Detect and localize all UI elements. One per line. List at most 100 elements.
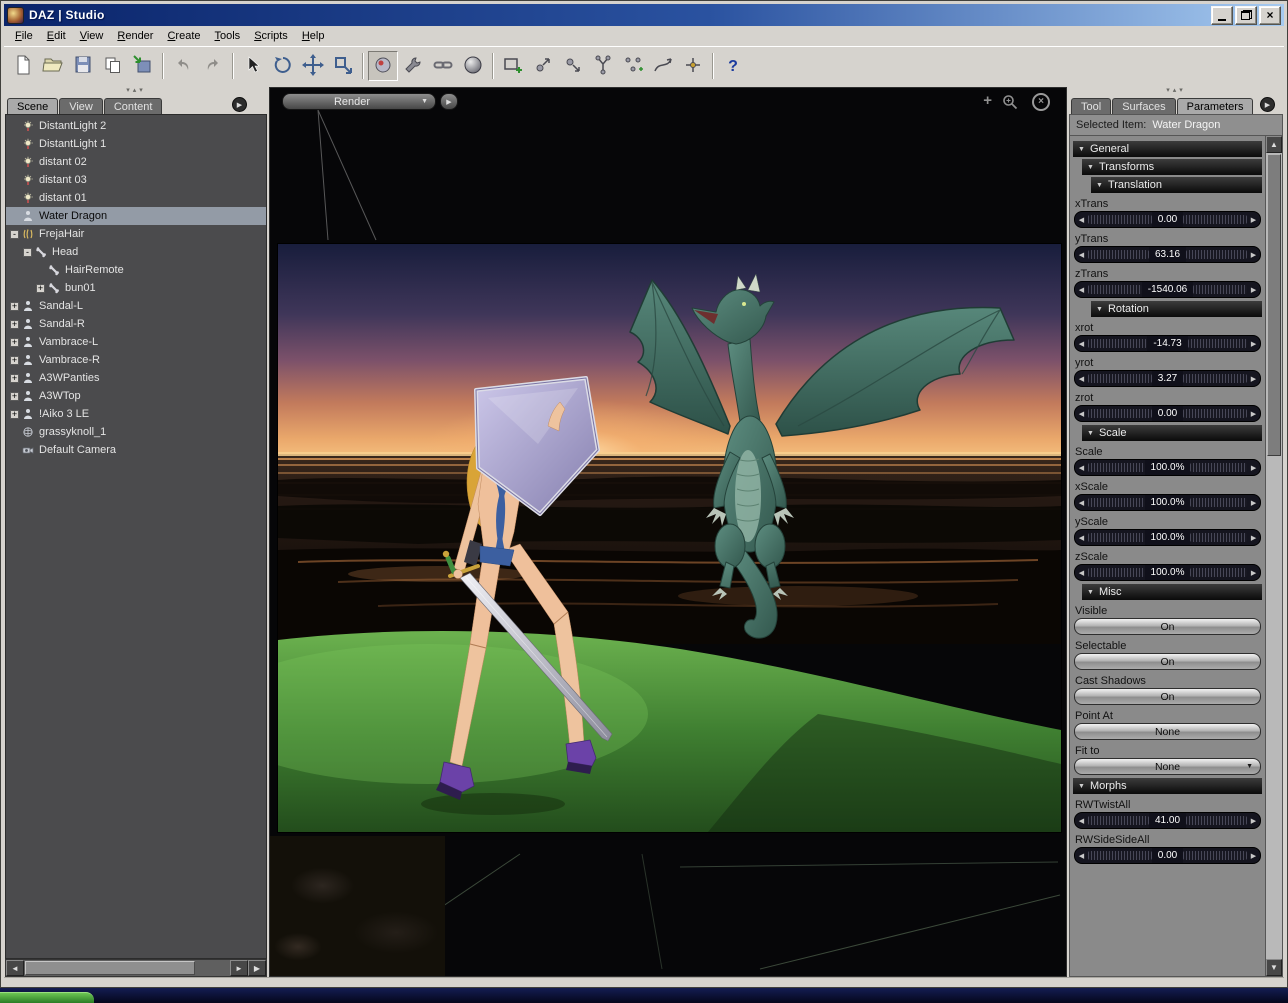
- viewport-menu-button[interactable]: ▶: [440, 93, 458, 110]
- viewport-camera-select[interactable]: Render ▼: [282, 93, 436, 110]
- rendered-scene[interactable]: [277, 243, 1062, 833]
- surface-paint-tool-button[interactable]: [368, 51, 398, 81]
- tree-expander[interactable]: -: [23, 248, 32, 257]
- import-file-button[interactable]: [128, 51, 158, 81]
- tree-expander[interactable]: +: [10, 392, 19, 401]
- rotate-tool-button[interactable]: [268, 51, 298, 81]
- tree-item-hairremote[interactable]: HairRemote: [6, 261, 266, 279]
- slider-left-arrow-icon[interactable]: ◀: [1075, 817, 1088, 825]
- viewport-pan-icon[interactable]: +: [983, 92, 992, 109]
- create-node-down-button[interactable]: [558, 51, 588, 81]
- viewport-zoom-icon[interactable]: [1002, 94, 1018, 115]
- undo-button[interactable]: [168, 51, 198, 81]
- tree-expander[interactable]: +: [10, 356, 19, 365]
- title-bar[interactable]: DAZ | Studio ×: [4, 4, 1284, 26]
- section-header-general[interactable]: ▼General: [1073, 141, 1262, 157]
- viewport-close-icon[interactable]: ×: [1032, 93, 1050, 111]
- windows-taskbar[interactable]: [0, 988, 1288, 1002]
- tree-item-water-dragon[interactable]: Water Dragon: [6, 207, 266, 225]
- scroll-down-icon[interactable]: ▼: [1266, 959, 1282, 976]
- slider-right-arrow-icon[interactable]: ▶: [1247, 499, 1260, 507]
- param-selectable-button[interactable]: On: [1074, 653, 1261, 670]
- save-file-button[interactable]: [68, 51, 98, 81]
- slider-left-arrow-icon[interactable]: ◀: [1075, 464, 1088, 472]
- slider-right-arrow-icon[interactable]: ▶: [1247, 216, 1260, 224]
- tree-expander[interactable]: +: [10, 338, 19, 347]
- tree-expander[interactable]: +: [10, 302, 19, 311]
- param-slider-yrot[interactable]: ◀3.27▶: [1074, 370, 1261, 387]
- menu-create[interactable]: Create: [160, 28, 207, 44]
- vscroll-track[interactable]: [1266, 457, 1282, 959]
- tree-item-head[interactable]: -Head: [6, 243, 266, 261]
- params-tab-parameters[interactable]: Parameters: [1177, 98, 1254, 114]
- slider-right-arrow-icon[interactable]: ▶: [1247, 251, 1260, 259]
- param-slider-ztrans[interactable]: ◀-1540.06▶: [1074, 281, 1261, 298]
- sphere-gradient-tool-button[interactable]: [458, 51, 488, 81]
- slider-left-arrow-icon[interactable]: ◀: [1075, 534, 1088, 542]
- start-button-partial[interactable]: [0, 992, 94, 1003]
- minimize-button[interactable]: [1211, 6, 1233, 25]
- scene-tab-scene[interactable]: Scene: [7, 98, 58, 114]
- slider-left-arrow-icon[interactable]: ◀: [1075, 569, 1088, 577]
- create-node-up-button[interactable]: [528, 51, 558, 81]
- slider-left-arrow-icon[interactable]: ◀: [1075, 251, 1088, 259]
- slider-right-arrow-icon[interactable]: ▶: [1247, 340, 1260, 348]
- param-fit-to-button[interactable]: None▼: [1074, 758, 1261, 775]
- param-slider-zrot[interactable]: ◀0.00▶: [1074, 405, 1261, 422]
- tree-item-a3wpanties[interactable]: +A3WPanties: [6, 369, 266, 387]
- section-header-translation[interactable]: ▼Translation: [1091, 177, 1262, 193]
- tree-item-distant-01[interactable]: distant 01: [6, 189, 266, 207]
- create-camera-button[interactable]: [498, 51, 528, 81]
- slider-right-arrow-icon[interactable]: ▶: [1247, 534, 1260, 542]
- menu-view[interactable]: View: [73, 28, 111, 44]
- viewport[interactable]: Render ▼ ▶ + ×: [269, 87, 1067, 977]
- create-branch-button[interactable]: [588, 51, 618, 81]
- tree-item-default-camera[interactable]: Default Camera: [6, 441, 266, 459]
- tree-item-a3wtop[interactable]: +A3WTop: [6, 387, 266, 405]
- tree-item-distant-03[interactable]: distant 03: [6, 171, 266, 189]
- param-slider-ytrans[interactable]: ◀63.16▶: [1074, 246, 1261, 263]
- param-point-at-button[interactable]: None: [1074, 723, 1261, 740]
- param-cast-shadows-button[interactable]: On: [1074, 688, 1261, 705]
- menu-render[interactable]: Render: [110, 28, 160, 44]
- hscroll-track[interactable]: [196, 960, 230, 976]
- scene-tab-content[interactable]: Content: [104, 98, 163, 114]
- panel-dock-handle[interactable]: ▾▴▾: [1069, 87, 1283, 96]
- tree-item-distant-02[interactable]: distant 02: [6, 153, 266, 171]
- help-button[interactable]: ?: [718, 51, 748, 81]
- tree-item-bun01[interactable]: +bun01: [6, 279, 266, 297]
- joint-editor-tool-button[interactable]: [398, 51, 428, 81]
- scroll-left-icon[interactable]: ◄: [6, 960, 24, 976]
- hscroll-thumb[interactable]: [25, 961, 195, 975]
- param-slider-yscale[interactable]: ◀100.0%▶: [1074, 529, 1261, 546]
- scene-tab-view[interactable]: View: [59, 98, 103, 114]
- tree-expander[interactable]: +: [10, 320, 19, 329]
- params-tab-tool[interactable]: Tool: [1071, 98, 1111, 114]
- tree-item-grassyknoll-1[interactable]: grassyknoll_1: [6, 423, 266, 441]
- slider-right-arrow-icon[interactable]: ▶: [1247, 286, 1260, 294]
- slider-left-arrow-icon[interactable]: ◀: [1075, 375, 1088, 383]
- slider-right-arrow-icon[interactable]: ▶: [1247, 852, 1260, 860]
- menu-help[interactable]: Help: [295, 28, 332, 44]
- create-curve-button[interactable]: [648, 51, 678, 81]
- open-file-button[interactable]: [38, 51, 68, 81]
- param-slider-scale[interactable]: ◀100.0%▶: [1074, 459, 1261, 476]
- params-tab-surfaces[interactable]: Surfaces: [1112, 98, 1175, 114]
- select-tool-button[interactable]: [238, 51, 268, 81]
- chain-tool-button[interactable]: [428, 51, 458, 81]
- parameters-vscrollbar[interactable]: ▲ ▼: [1265, 136, 1282, 976]
- slider-left-arrow-icon[interactable]: ◀: [1075, 286, 1088, 294]
- param-slider-xtrans[interactable]: ◀0.00▶: [1074, 211, 1261, 228]
- section-header-misc[interactable]: ▼Misc: [1082, 584, 1262, 600]
- section-header-transforms[interactable]: ▼Transforms: [1082, 159, 1262, 175]
- create-cross-button[interactable]: [678, 51, 708, 81]
- panel-menu-button[interactable]: ▶: [232, 97, 247, 112]
- slider-left-arrow-icon[interactable]: ◀: [1075, 410, 1088, 418]
- menu-file[interactable]: File: [8, 28, 40, 44]
- scroll-right-icon[interactable]: ►: [230, 960, 248, 976]
- section-header-morphs[interactable]: ▼Morphs: [1073, 778, 1262, 794]
- menu-tools[interactable]: Tools: [208, 28, 248, 44]
- tree-expander[interactable]: +: [10, 410, 19, 419]
- menu-edit[interactable]: Edit: [40, 28, 73, 44]
- slider-left-arrow-icon[interactable]: ◀: [1075, 216, 1088, 224]
